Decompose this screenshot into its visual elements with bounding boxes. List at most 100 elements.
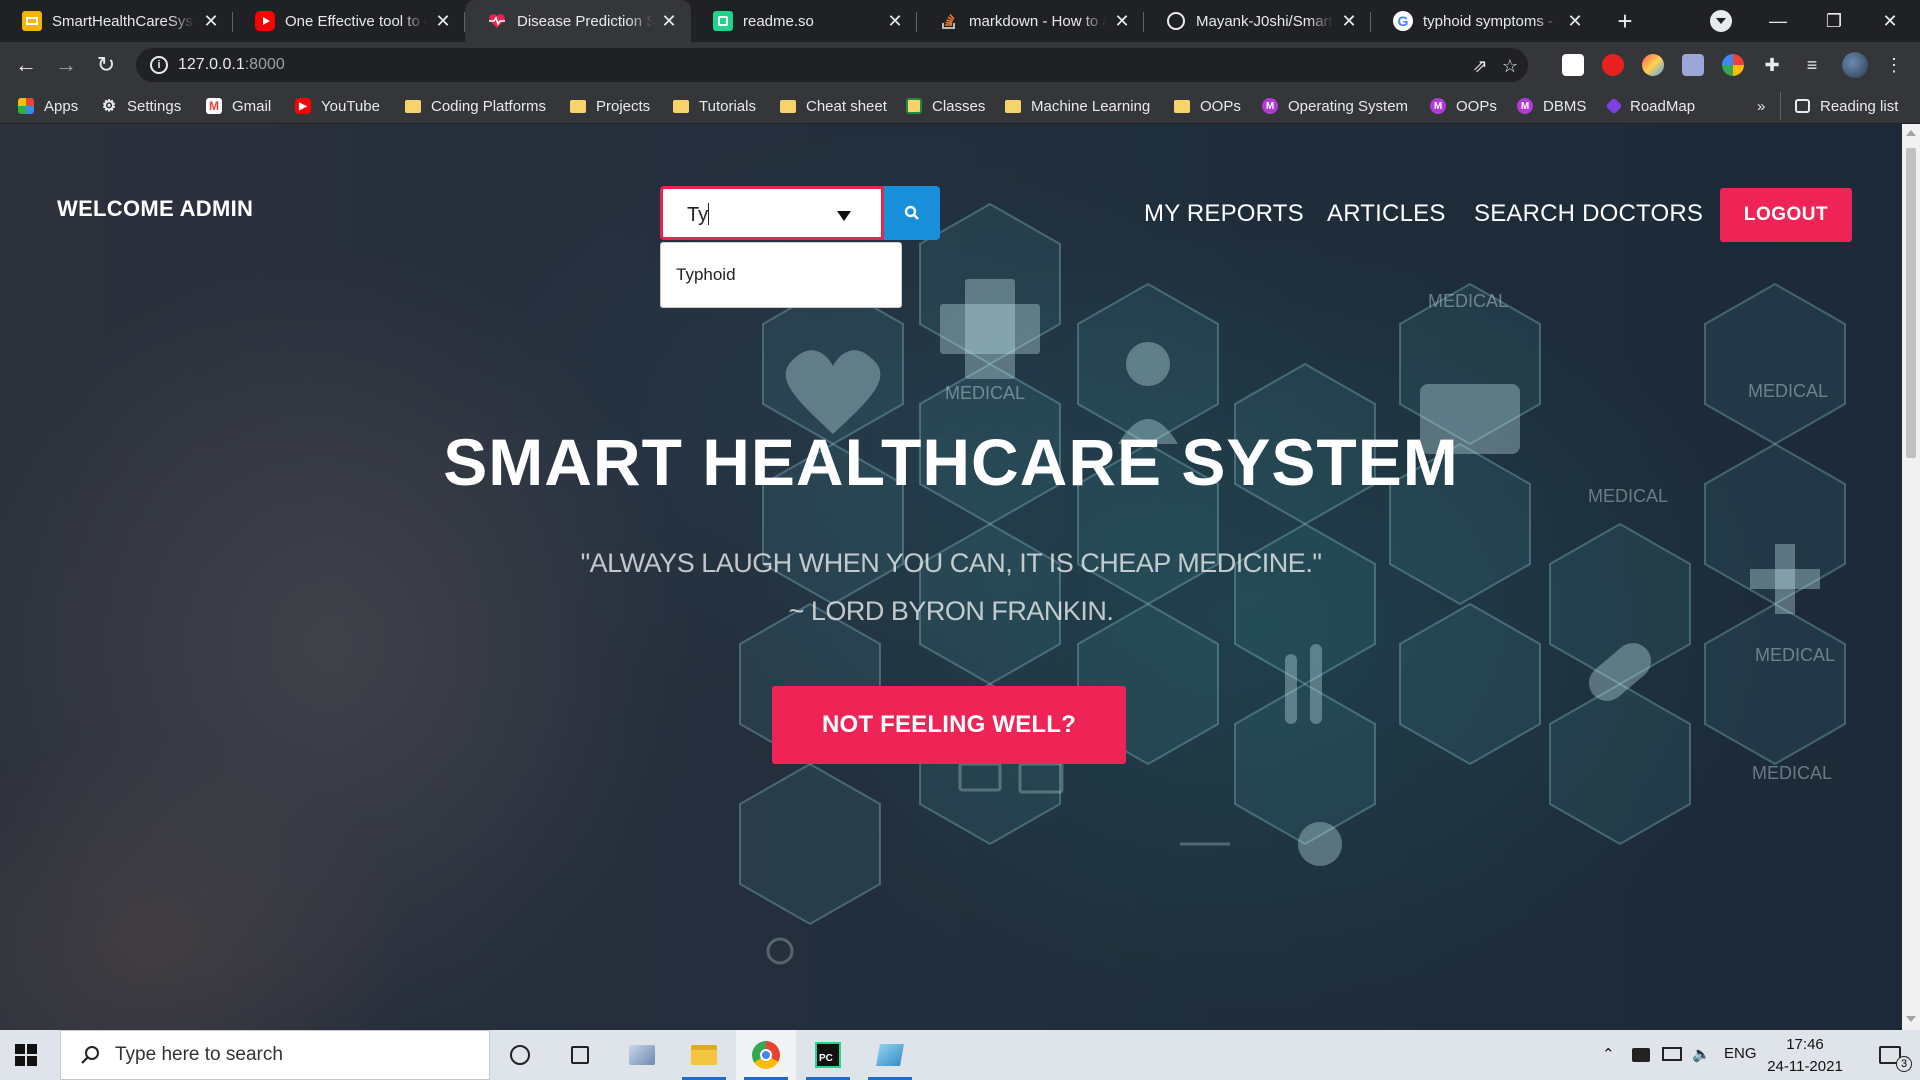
reload-button[interactable]: ↻ [90, 49, 122, 81]
pycharm-icon[interactable]: PC [798, 1030, 858, 1080]
show-hidden-icons-icon[interactable]: ⌃ [1602, 1045, 1615, 1063]
search-button[interactable] [884, 186, 940, 240]
close-tab-icon[interactable]: ✕ [659, 11, 679, 31]
bookmark-gmail[interactable]: M Gmail [206, 96, 271, 116]
dropdown-arrow-icon[interactable] [837, 211, 851, 221]
file-explorer-icon[interactable] [674, 1030, 734, 1080]
m-icon: M [1262, 98, 1278, 114]
forward-button[interactable]: → [50, 49, 82, 81]
classroom-icon [906, 98, 922, 114]
bookmark-oops[interactable]: M OOPs [1430, 96, 1497, 116]
windows-start-icon[interactable] [14, 1043, 38, 1067]
logout-button[interactable]: LOGOUT [1720, 188, 1852, 242]
bookmark-star-icon[interactable]: ☆ [1500, 56, 1520, 76]
scroll-thumb[interactable] [1906, 148, 1916, 458]
chrome-taskbar-icon[interactable] [736, 1030, 796, 1080]
bookmark-cheat-sheet[interactable]: Cheat sheet [780, 96, 887, 116]
bookmark-roadmap[interactable]: RoadMap [1605, 96, 1695, 116]
readme-icon [713, 11, 733, 31]
folder-icon [673, 99, 689, 113]
share-icon[interactable]: ⇗ [1470, 56, 1490, 76]
cortana-icon[interactable] [490, 1030, 550, 1080]
extension-image-icon[interactable] [1682, 54, 1704, 76]
scroll-down-arrow-icon[interactable] [1906, 1016, 1916, 1022]
bookmark-operating-system[interactable]: M Operating System [1262, 96, 1408, 116]
site-info-icon[interactable]: i [150, 56, 168, 74]
menu-kebab-icon[interactable]: ⋮ [1884, 55, 1904, 75]
extension-chart-icon[interactable] [1562, 54, 1584, 76]
taskbar-clock[interactable]: 17:46 24-11-2021 [1760, 1034, 1850, 1078]
address-url: 127.0.0.1:8000 [178, 56, 285, 73]
slides-icon [22, 11, 42, 31]
language-indicator[interactable]: ENG [1724, 1045, 1757, 1062]
bookmark-oops-folder[interactable]: OOPs [1174, 96, 1241, 116]
tab-markdown-stackoverflow[interactable]: markdown - How to a ✕ [917, 0, 1144, 42]
hero-quote: "ALWAYS LAUGH WHEN YOU CAN, IT IS CHEAP … [580, 548, 1322, 578]
reading-list-button[interactable]: Reading list [1795, 96, 1898, 116]
bookmark-coding-platforms[interactable]: Coding Platforms [405, 96, 546, 116]
bookmark-youtube[interactable]: ▶ YouTube [295, 96, 380, 116]
web-page: MEDICAL MEDICAL MEDICAL MEDICAL MEDICAL … [0, 124, 1902, 1030]
close-tab-icon[interactable]: ✕ [433, 11, 453, 31]
not-feeling-well-button[interactable]: NOT FEELING WELL? [772, 686, 1126, 764]
close-tab-icon[interactable]: ✕ [885, 11, 905, 31]
svg-text:MEDICAL: MEDICAL [1748, 381, 1828, 401]
close-tab-icon[interactable]: ✕ [201, 11, 221, 31]
bookmark-tutorials[interactable]: Tutorials [673, 96, 756, 116]
bookmark-apps[interactable]: Apps [18, 96, 78, 116]
task-view-icon[interactable] [550, 1030, 610, 1080]
notification-count-badge: 3 [1896, 1056, 1912, 1072]
close-window-button[interactable]: ✕ [1862, 0, 1918, 42]
folder-icon [570, 99, 586, 113]
folder-icon [1005, 99, 1021, 113]
close-tab-icon[interactable]: ✕ [1339, 11, 1359, 31]
extension-google-icon[interactable] [1722, 54, 1744, 76]
reading-queue-icon[interactable]: ≡ [1802, 55, 1822, 75]
tab-google-search[interactable]: G typhoid symptoms - G ✕ [1371, 0, 1597, 42]
nav-search-doctors[interactable]: SEARCH DOCTORS [1474, 200, 1703, 228]
network-icon[interactable] [1662, 1047, 1682, 1061]
svg-text:MEDICAL: MEDICAL [1755, 645, 1835, 665]
stackoverflow-icon [939, 11, 959, 31]
close-tab-icon[interactable]: ✕ [1112, 11, 1132, 31]
taskbar-search-box[interactable]: Type here to search [60, 1030, 490, 1080]
restore-button[interactable]: ❐ [1806, 0, 1862, 42]
notifications-icon[interactable]: 3 [1860, 1030, 1920, 1080]
nav-my-reports[interactable]: MY REPORTS [1144, 200, 1304, 228]
bookmark-settings[interactable]: ⚙ Settings [101, 96, 181, 116]
svg-text:MEDICAL: MEDICAL [1752, 763, 1832, 783]
minimize-button[interactable]: — [1750, 0, 1806, 42]
bookmark-projects[interactable]: Projects [570, 96, 650, 116]
address-bar[interactable]: i 127.0.0.1:8000 ⇗ ☆ [136, 48, 1528, 82]
close-tab-icon[interactable]: ✕ [1565, 11, 1585, 31]
tab-youtube[interactable]: One Effective tool to c ✕ [233, 0, 465, 42]
scroll-up-arrow-icon[interactable] [1906, 130, 1916, 136]
tab-disease-prediction[interactable]: Disease Prediction Sys ✕ [465, 0, 691, 42]
m-icon: M [1430, 98, 1446, 114]
more-bookmarks-button[interactable]: » [1757, 96, 1765, 116]
battery-icon[interactable] [1632, 1048, 1650, 1062]
profile-avatar[interactable] [1842, 52, 1868, 78]
tab-strip: SmartHealthCareSystem ✕ One Effective to… [0, 0, 1920, 42]
back-button[interactable]: ← [10, 49, 42, 81]
tab-search-icon[interactable] [1710, 10, 1732, 32]
suggestion-typhoid[interactable]: Typhoid [676, 265, 736, 285]
page-scrollbar[interactable] [1902, 124, 1920, 1030]
photos-app-icon[interactable] [612, 1030, 672, 1080]
bookmark-dbms[interactable]: M DBMS [1517, 96, 1586, 116]
bookmark-machine-learning[interactable]: Machine Learning [1005, 96, 1150, 116]
tab-smarthealthcaresystem[interactable]: SmartHealthCareSystem ✕ [0, 0, 233, 42]
tab-readme[interactable]: readme.so ✕ [691, 0, 917, 42]
hero-quote-author: ~ LORD BYRON FRANKIN. [788, 596, 1114, 626]
new-tab-button[interactable]: + [1610, 6, 1640, 36]
app-window-icon[interactable] [860, 1030, 920, 1080]
bookmark-classes[interactable]: Classes [906, 96, 985, 116]
volume-icon[interactable]: 🔈 [1692, 1045, 1711, 1063]
extensions-puzzle-icon[interactable]: ✚ [1762, 55, 1782, 75]
hero-title: SMART HEALTHCARE SYSTEM [443, 425, 1459, 499]
extension-red-icon[interactable] [1602, 54, 1624, 76]
tab-github[interactable]: Mayank-J0shi/Smart_H ✕ [1144, 0, 1371, 42]
extension-colorful-icon[interactable] [1642, 54, 1664, 76]
text-caret [708, 203, 710, 225]
nav-articles[interactable]: ARTICLES [1327, 200, 1446, 228]
